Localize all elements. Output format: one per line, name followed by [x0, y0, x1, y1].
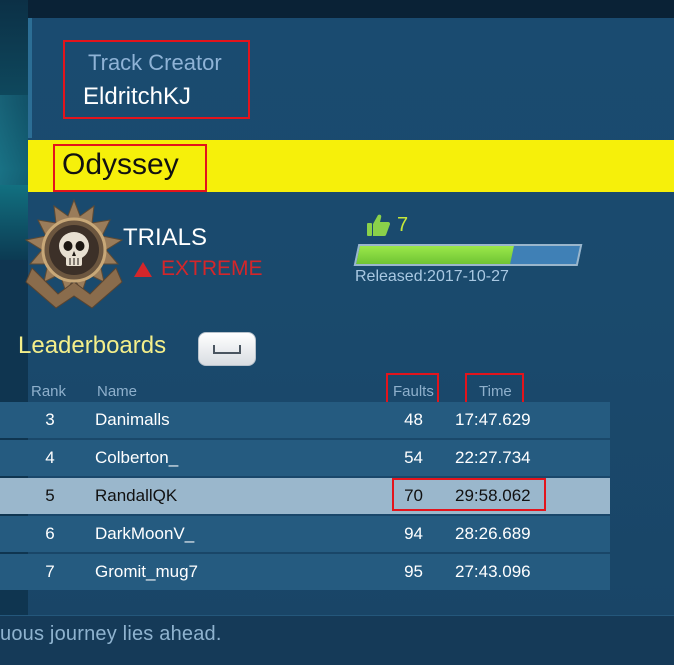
- annotation-box-selected-result: [392, 478, 546, 511]
- row-rank: 3: [45, 410, 55, 429]
- leaderboard-row[interactable]: 3 Danimalls 48 17:47.629: [0, 402, 610, 438]
- row-name: Colberton_: [95, 448, 179, 467]
- rating-bar-fill: [356, 246, 514, 264]
- row-name: DarkMoonV_: [95, 524, 195, 543]
- annotation-box-creator: [63, 40, 250, 119]
- row-faults: 95: [404, 562, 423, 581]
- row-faults: 94: [404, 524, 423, 543]
- row-faults: 48: [404, 410, 423, 429]
- top-bar: [28, 0, 674, 18]
- column-header-name[interactable]: Name: [97, 383, 137, 400]
- annotation-box-faults: [386, 373, 439, 405]
- row-rank: 5: [45, 486, 55, 505]
- event-mode-label: TRIALS: [123, 224, 208, 251]
- leaderboard-row[interactable]: 7 Gromit_mug7 95 27:43.096: [0, 554, 610, 590]
- skull-emblem-icon: [24, 198, 124, 309]
- column-header-rank[interactable]: Rank: [31, 383, 66, 400]
- row-name: Danimalls: [95, 410, 170, 429]
- panel-edge: [28, 18, 32, 138]
- track-description: uous journey lies ahead.: [0, 623, 222, 645]
- row-name: RandallQK: [95, 486, 178, 505]
- leaderboard-row[interactable]: 6 DarkMoonV_ 94 28:26.689: [0, 516, 610, 552]
- likes-count: 7: [397, 214, 409, 236]
- leaderboard-toggle-button[interactable]: [198, 332, 256, 366]
- annotation-box-time: [465, 373, 524, 405]
- row-faults: 54: [404, 448, 423, 467]
- difficulty-label: EXTREME: [161, 257, 263, 280]
- leaderboard-row[interactable]: 4 Colberton_ 54 22:27.734: [0, 440, 610, 476]
- leaderboards-title: Leaderboards: [18, 332, 167, 359]
- row-rank: 7: [45, 562, 55, 581]
- row-rank: 6: [45, 524, 55, 543]
- row-time: 22:27.734: [455, 448, 531, 467]
- row-name: Gromit_mug7: [95, 562, 198, 581]
- release-date: Released:2017-10-27: [355, 268, 509, 285]
- thumbs-up-icon: [367, 214, 390, 236]
- rating-bar: [353, 244, 583, 266]
- row-rank: 4: [45, 448, 55, 467]
- row-time: 28:26.689: [455, 524, 531, 543]
- space-key-icon: [213, 345, 241, 354]
- annotation-box-title: [53, 144, 207, 192]
- row-time: 17:47.629: [455, 410, 531, 429]
- row-time: 27:43.096: [455, 562, 531, 581]
